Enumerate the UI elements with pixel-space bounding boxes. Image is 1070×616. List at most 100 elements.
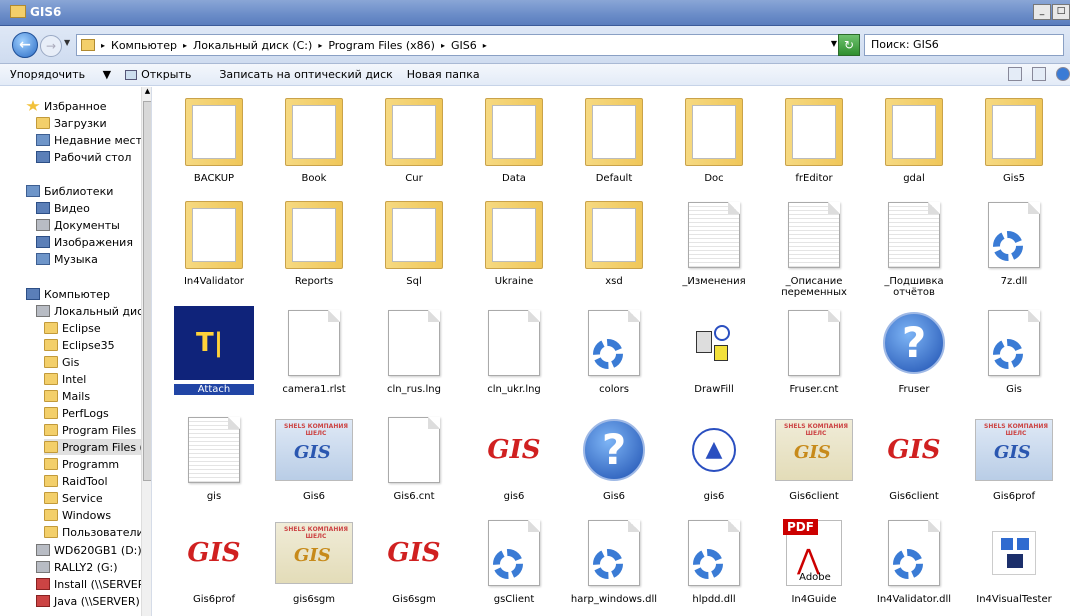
chevron-right-icon[interactable]: ▸ (318, 41, 322, 50)
nav-computer[interactable]: Компьютер (26, 286, 151, 302)
file-item[interactable]: ? Fruser (866, 300, 962, 404)
burn-button[interactable]: Записать на оптический диск (219, 68, 392, 81)
nav-music[interactable]: Музыка (36, 251, 151, 267)
file-item[interactable]: Ukraine (466, 192, 562, 296)
back-button[interactable]: ← (12, 32, 38, 58)
open-button[interactable]: Открыть (125, 68, 205, 81)
file-item[interactable]: ? Gis6 (566, 407, 662, 511)
address-dropdown-icon[interactable]: ▼ (831, 39, 837, 48)
nav-folder-item[interactable]: Service (44, 490, 151, 506)
file-item[interactable]: SHELS КОМПАНИЯ ШЕЛС GIS gis6sgm (266, 510, 362, 614)
file-item[interactable]: Reports (266, 192, 362, 296)
maximize-button[interactable]: □ (1052, 4, 1070, 20)
file-item[interactable]: Doc (666, 89, 762, 193)
file-item[interactable]: In4Validator (166, 192, 262, 296)
file-item[interactable]: xsd (566, 192, 662, 296)
file-item[interactable]: _Подшивка отчётов (866, 192, 962, 298)
chevron-right-icon[interactable]: ▸ (441, 41, 445, 50)
file-item[interactable]: _Изменения (666, 192, 762, 296)
file-item[interactable]: GIS Gis6client (866, 407, 962, 511)
file-item[interactable]: PDF ⋀ Adobe In4Guide (766, 510, 862, 614)
file-item[interactable]: colors (566, 300, 662, 404)
nav-documents[interactable]: Документы (36, 217, 151, 233)
nav-drive-d[interactable]: WD620GB1 (D:) (36, 542, 151, 558)
nav-video[interactable]: Видео (36, 200, 151, 216)
nav-drive-g[interactable]: RALLY2 (G:) (36, 559, 151, 575)
minimize-button[interactable]: _ (1033, 4, 1051, 20)
file-item[interactable]: SHELS КОМПАНИЯ ШЕЛС GIS Gis6 (266, 407, 362, 511)
file-item[interactable]: Gis5 (966, 89, 1062, 193)
organize-button[interactable]: Упорядочить ▼ (10, 68, 111, 81)
forward-button[interactable]: → (40, 35, 62, 57)
file-item[interactable]: Book (266, 89, 362, 193)
file-item[interactable]: Fruser.cnt (766, 300, 862, 404)
history-dropdown-icon[interactable]: ▼ (64, 38, 70, 47)
nav-drive-install[interactable]: Install (\\SERVER) ( (36, 576, 151, 592)
file-item[interactable]: harp_windows.dll (566, 510, 662, 614)
file-item[interactable]: BACKUP (166, 89, 262, 193)
nav-folder-item[interactable]: Program Files (44, 422, 151, 438)
nav-images[interactable]: Изображения (36, 234, 151, 250)
address-bar[interactable]: ▸ Компьютер ▸ Локальный диск (C:) ▸ Prog… (76, 34, 844, 56)
file-item[interactable]: GIS gis6 (466, 407, 562, 511)
file-item[interactable]: Cur (366, 89, 462, 193)
nav-folder-item[interactable]: Programm (44, 456, 151, 472)
search-input[interactable]: Поиск: GIS6 (864, 34, 1064, 56)
file-item[interactable]: Sql (366, 192, 462, 296)
file-item[interactable]: frEditor (766, 89, 862, 193)
breadcrumb-local-disk[interactable]: Локальный диск (C:) (193, 39, 312, 52)
nav-folder-item[interactable]: Windows (44, 507, 151, 523)
view-options-icon[interactable] (1008, 67, 1022, 81)
nav-scrollbar[interactable]: ▲ (141, 87, 151, 616)
help-icon[interactable] (1056, 67, 1070, 81)
preview-pane-icon[interactable] (1032, 67, 1046, 81)
chevron-right-icon[interactable]: ▸ (483, 41, 487, 50)
new-folder-button[interactable]: Новая папка (407, 68, 480, 81)
nav-local-disk[interactable]: Локальный диск ( (36, 303, 151, 319)
file-item[interactable]: T| Attach (166, 300, 262, 404)
refresh-button[interactable]: ↻ (838, 34, 860, 56)
nav-folder-item[interactable]: PerfLogs (44, 405, 151, 421)
nav-desktop[interactable]: Рабочий стол (36, 149, 151, 165)
file-item[interactable]: In4Validator.dll (866, 510, 962, 614)
file-item[interactable]: _Описание переменных (766, 192, 862, 298)
file-item[interactable]: Gis6.cnt (366, 407, 462, 511)
file-item[interactable]: 7z.dll (966, 192, 1062, 296)
breadcrumb-gis6[interactable]: GIS6 (451, 39, 477, 52)
file-item[interactable]: SHELS КОМПАНИЯ ШЕЛС GIS Gis6client (766, 407, 862, 511)
file-item[interactable]: gis (166, 407, 262, 511)
file-item[interactable]: gdal (866, 89, 962, 193)
scroll-up-icon[interactable]: ▲ (143, 87, 151, 99)
file-item[interactable]: SHELS КОМПАНИЯ ШЕЛС GIS Gis6prof (966, 407, 1062, 511)
file-item[interactable]: cln_rus.lng (366, 300, 462, 404)
file-item[interactable]: Data (466, 89, 562, 193)
scrollbar-thumb[interactable] (143, 101, 151, 481)
nav-drive-java[interactable]: Java (\\SERVER) (Z (36, 593, 151, 609)
nav-folder-item[interactable]: Intel (44, 371, 151, 387)
file-item[interactable]: DrawFill (666, 300, 762, 404)
file-item[interactable]: cln_ukr.lng (466, 300, 562, 404)
file-item[interactable]: GIS Gis6sgm (366, 510, 462, 614)
breadcrumb-program-files[interactable]: Program Files (x86) (328, 39, 435, 52)
file-item[interactable]: Gis (966, 300, 1062, 404)
chevron-right-icon[interactable]: ▸ (101, 41, 105, 50)
nav-favorites[interactable]: Избранное (26, 98, 151, 114)
breadcrumb-computer[interactable]: Компьютер (111, 39, 177, 52)
file-item[interactable]: GIS Gis6prof (166, 510, 262, 614)
file-item[interactable]: Default (566, 89, 662, 193)
chevron-right-icon[interactable]: ▸ (183, 41, 187, 50)
nav-libraries[interactable]: Библиотеки (26, 183, 151, 199)
file-item[interactable]: hlpdd.dll (666, 510, 762, 614)
nav-folder-item[interactable]: Пользователи (44, 524, 151, 540)
nav-folder-item[interactable]: Eclipse (44, 320, 151, 336)
nav-folder-item[interactable]: RaidTool (44, 473, 151, 489)
nav-folder-item[interactable]: Program Files (x8 (44, 439, 151, 455)
file-item[interactable]: In4VisualTester (966, 510, 1062, 614)
file-item[interactable]: ▲ gis6 (666, 407, 762, 511)
nav-downloads[interactable]: Загрузки (36, 115, 151, 131)
file-item[interactable]: camera1.rlst (266, 300, 362, 404)
file-item[interactable]: gsClient (466, 510, 562, 614)
nav-folder-item[interactable]: Mails (44, 388, 151, 404)
nav-folder-item[interactable]: Eclipse35 (44, 337, 151, 353)
nav-folder-item[interactable]: Gis (44, 354, 151, 370)
